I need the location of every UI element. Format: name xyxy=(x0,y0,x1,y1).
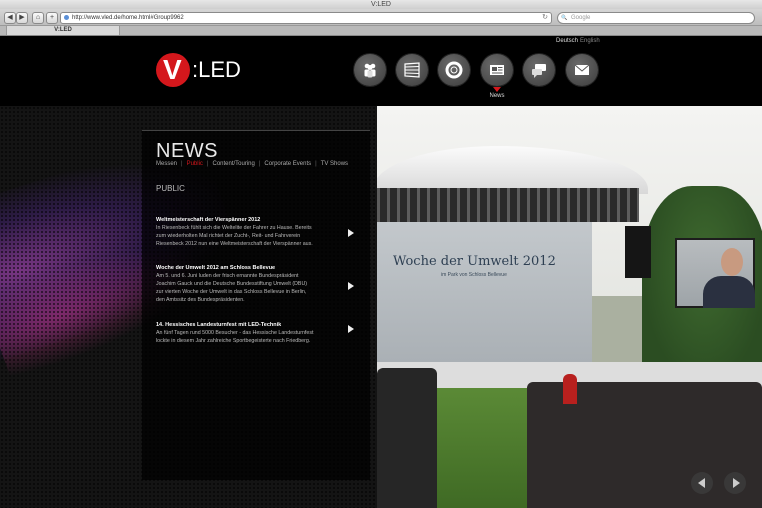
search-placeholder: Google xyxy=(571,15,591,21)
news-item-title[interactable]: Woche der Umwelt 2012 am Schloss Bellevu… xyxy=(156,264,356,272)
nav-news-button[interactable] xyxy=(481,54,513,86)
tab-corporate-events[interactable]: Corporate Events xyxy=(264,161,315,167)
nav-contact-button[interactable] xyxy=(523,54,555,86)
url-bar[interactable]: http://www.vled.de/home.html#Group9962 ↻ xyxy=(60,12,552,24)
play-arrow-icon[interactable] xyxy=(348,282,354,290)
stage-banner: Woche der Umwelt 2012 xyxy=(393,254,556,269)
led-screen xyxy=(675,238,755,308)
slider-prev-button[interactable] xyxy=(691,472,713,494)
back-button[interactable]: ◀ xyxy=(4,12,16,24)
speaker-suit xyxy=(703,276,755,308)
tab-tv-shows[interactable]: TV Shows xyxy=(321,161,352,167)
browser-toolbar: ◀ ▶ ⌂ + http://www.vled.de/home.html#Gro… xyxy=(0,9,762,26)
nav-stage-button[interactable] xyxy=(396,54,428,86)
lifebuoy-icon xyxy=(445,61,463,79)
add-bookmark-button[interactable]: + xyxy=(46,12,58,24)
news-item-title[interactable]: 14. Hessisches Landesturnfest mit LED-Te… xyxy=(156,321,356,329)
section-heading: PUBLIC xyxy=(156,184,185,193)
news-panel: NEWS Messen | Public | Content/Touring | Corpo… xyxy=(0,106,377,508)
nav-caption: News xyxy=(489,93,505,99)
home-icon: ⌂ xyxy=(35,14,41,21)
news-item-line: Riesenbeck 2012 nun eine Weltmeisterscha… xyxy=(156,241,313,247)
browser-tab[interactable]: V:LED xyxy=(6,26,120,35)
forward-button[interactable]: ▶ xyxy=(16,12,28,24)
news-item-line: zur vierten Woche der Umwelt in das Schl… xyxy=(156,289,307,295)
news-item-line: Joachim Gauck und die Deutsche Bundessti… xyxy=(156,281,308,287)
news-item-line: Am 5. und 6. Juni luden der frisch ernan… xyxy=(156,273,299,279)
speaker-stack xyxy=(625,226,651,278)
play-arrow-icon[interactable] xyxy=(348,229,354,237)
slider-next-button[interactable] xyxy=(724,472,746,494)
logo-letter: V xyxy=(163,54,182,85)
nav-service-button[interactable] xyxy=(438,54,470,86)
news-item[interactable]: Weltmeisterschaft der Vierspänner 2012 I… xyxy=(156,216,356,248)
event-photo: Woche der Umwelt 2012 im Park von Schlos… xyxy=(377,106,762,508)
active-nav-indicator xyxy=(493,87,501,92)
news-content: NEWS Messen | Public | Content/Touring | Corpo… xyxy=(142,130,370,480)
reload-icon[interactable]: ↻ xyxy=(542,13,548,23)
globe-icon xyxy=(64,15,69,20)
news-item-line: In Riesenbeck fühlt sich die Weltelite d… xyxy=(156,225,312,231)
site-header: Deutsch English V :LED News xyxy=(0,36,762,106)
speaker-face xyxy=(721,248,743,276)
chat-icon xyxy=(532,64,546,78)
news-item-line: lockte in diesem Jahr zahlreiche Sportbe… xyxy=(156,338,311,344)
forward-icon: ▶ xyxy=(19,14,25,21)
logo-text: :LED xyxy=(192,57,241,82)
crowd-left xyxy=(377,368,437,508)
url-text: http://www.vled.de/home.html#Group9962 xyxy=(72,15,184,21)
play-arrow-icon[interactable] xyxy=(348,325,354,333)
search-input[interactable]: 🔍 Google xyxy=(557,12,755,24)
lang-english[interactable]: English xyxy=(580,38,600,44)
divider: | xyxy=(315,161,317,167)
tab-public[interactable]: Public xyxy=(187,161,207,167)
stage-icon xyxy=(404,62,420,78)
news-item-title[interactable]: Weltmeisterschaft der Vierspänner 2012 xyxy=(156,216,356,224)
top-divider xyxy=(142,130,370,131)
divider: | xyxy=(181,161,183,167)
window-title: V:LED xyxy=(0,0,762,9)
mail-icon xyxy=(574,64,590,75)
newspaper-icon xyxy=(490,65,504,75)
home-button[interactable]: ⌂ xyxy=(32,12,44,24)
nav-people-button[interactable] xyxy=(354,54,386,86)
stage-truss xyxy=(377,188,639,222)
website: Deutsch English V :LED News NEWS Messen … xyxy=(0,36,762,508)
search-icon: 🔍 xyxy=(561,15,568,21)
news-item-line: den Amtssitz des Bundespräsidenten. xyxy=(156,297,245,303)
lang-deutsch[interactable]: Deutsch xyxy=(556,38,578,44)
news-item-line: An fünf Tagen rund 5000 Besucher - das H… xyxy=(156,330,314,336)
news-item-line: zum wiederholten Mal richtet der Zucht-,… xyxy=(156,233,301,239)
news-subnav: Messen | Public | Content/Touring | Corporate … xyxy=(156,161,352,167)
prev-arrow-icon xyxy=(698,478,705,488)
back-icon: ◀ xyxy=(7,14,13,21)
tab-messen[interactable]: Messen xyxy=(156,161,181,167)
tab-bar: V:LED xyxy=(0,26,762,36)
news-item[interactable]: Woche der Umwelt 2012 am Schloss Bellevu… xyxy=(156,264,356,304)
stage-backdrop: Woche der Umwelt 2012 im Park von Schlos… xyxy=(377,222,592,362)
news-item[interactable]: 14. Hessisches Landesturnfest mit LED-Te… xyxy=(156,321,356,345)
page-title: NEWS xyxy=(156,140,218,162)
screen-image xyxy=(677,240,755,308)
stage-banner-subtitle: im Park von Schloss Bellevue xyxy=(441,272,507,278)
tab-content-touring[interactable]: Content/Touring xyxy=(212,161,258,167)
next-arrow-icon xyxy=(733,478,740,488)
people-icon xyxy=(364,63,376,78)
nav-mail-button[interactable] xyxy=(566,54,598,86)
plus-icon: + xyxy=(49,14,55,21)
person-red-shirt xyxy=(563,374,577,404)
